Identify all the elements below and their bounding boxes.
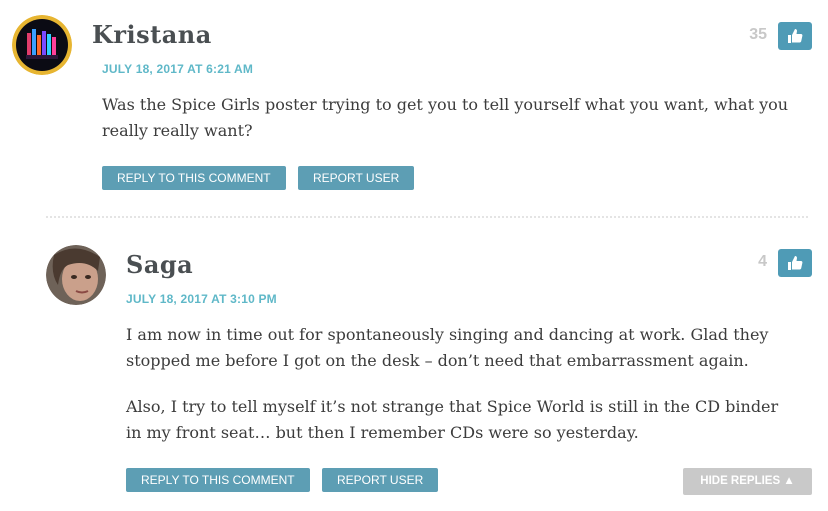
- comment-date[interactable]: JULY 18, 2017 AT 6:21 AM: [102, 62, 253, 76]
- thumbs-up-icon: [788, 256, 803, 270]
- comment-author[interactable]: Kristana: [92, 20, 212, 49]
- avatar[interactable]: [12, 15, 72, 75]
- hide-replies-button[interactable]: HIDE REPLIES ▲: [683, 468, 812, 495]
- comment-author[interactable]: Saga: [126, 250, 193, 279]
- comment-date[interactable]: JULY 18, 2017 AT 3:10 PM: [126, 292, 277, 306]
- report-user-button[interactable]: REPORT USER: [322, 468, 439, 492]
- thumbs-up-icon: [788, 29, 803, 43]
- comment-body: I am now in time out for spontaneously s…: [126, 322, 796, 466]
- comment-divider: [46, 216, 808, 218]
- vote-count: 4: [758, 253, 767, 270]
- like-button[interactable]: [778, 249, 812, 277]
- comment-paragraph: Also, I try to tell myself it’s not stra…: [126, 397, 779, 442]
- vote-count: 35: [749, 26, 767, 43]
- comment-paragraph: I am now in time out for spontaneously s…: [126, 325, 769, 370]
- like-button[interactable]: [778, 22, 812, 50]
- comment-body: Was the Spice Girls poster trying to get…: [102, 92, 792, 164]
- avatar[interactable]: [46, 245, 106, 305]
- comment-paragraph: Was the Spice Girls poster trying to get…: [102, 95, 789, 140]
- report-user-button[interactable]: REPORT USER: [298, 166, 415, 190]
- reply-button[interactable]: REPLY TO THIS COMMENT: [126, 468, 310, 492]
- reply-button[interactable]: REPLY TO THIS COMMENT: [102, 166, 286, 190]
